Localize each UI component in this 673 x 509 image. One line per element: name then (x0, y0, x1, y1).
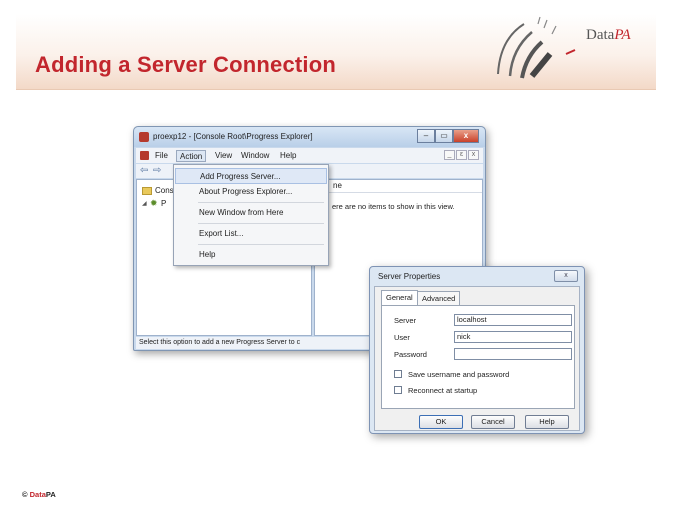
dialog-body: General Advanced Server localhost User n… (374, 286, 580, 431)
empty-list-message: ere are no items to show in this view. (332, 202, 455, 211)
server-label: Server (394, 316, 417, 325)
back-arrow-icon[interactable]: ⇦ (140, 165, 148, 176)
menu-window[interactable]: Window (238, 150, 272, 162)
footer-copyright: © DataPA (22, 490, 56, 499)
console-icon (140, 151, 149, 160)
folder-icon (142, 187, 152, 195)
reconnect-checkbox[interactable] (394, 386, 402, 394)
mdi-close-button[interactable]: x (468, 150, 479, 160)
menu-action[interactable]: Action (176, 150, 207, 162)
general-tab-panel: Server localhost User nick Password Save… (381, 305, 575, 409)
tree-item-progress-explorer[interactable]: P (161, 199, 166, 208)
reconnect-label: Reconnect at startup (408, 386, 478, 395)
user-label: User (394, 333, 410, 342)
menu-view[interactable]: View (212, 150, 235, 162)
menu-help[interactable]: Help (277, 150, 299, 162)
password-label: Password (394, 350, 427, 359)
tab-general[interactable]: General (381, 290, 418, 305)
menu-item-new-window[interactable]: New Window from Here (175, 205, 327, 221)
menu-item-export-list[interactable]: Export List... (175, 226, 327, 242)
app-icon (139, 132, 149, 142)
window-title: proexp12 - [Console Root\Progress Explor… (153, 132, 313, 141)
help-button[interactable]: Help (525, 415, 569, 429)
slide-title: Adding a Server Connection (35, 52, 337, 77)
maximize-button[interactable]: ▭ (435, 129, 453, 143)
menu-separator (198, 223, 324, 224)
speedometer-logo-icon (497, 16, 576, 79)
user-field[interactable]: nick (454, 331, 572, 343)
save-credentials-label: Save username and password (408, 370, 510, 379)
save-credentials-checkbox[interactable] (394, 370, 402, 378)
gear-icon: ✹ (150, 198, 158, 208)
window-titlebar[interactable]: proexp12 - [Console Root\Progress Explor… (134, 127, 485, 147)
menu-item-help[interactable]: Help (175, 247, 327, 263)
tab-advanced[interactable]: Advanced (417, 291, 461, 305)
expand-triangle-icon[interactable]: ◢ (142, 200, 147, 207)
mdi-restore-button[interactable]: ε (456, 150, 467, 160)
menu-item-about-progress-explorer[interactable]: About Progress Explorer... (175, 184, 327, 200)
dialog-close-button[interactable]: x (554, 270, 578, 282)
menu-file[interactable]: File (152, 150, 171, 162)
column-header-name[interactable]: ne (315, 180, 482, 193)
cancel-button[interactable]: Cancel (471, 415, 515, 429)
mdi-minimize-button[interactable]: _ (444, 150, 455, 160)
close-button[interactable]: x (453, 129, 479, 143)
slide: Adding a Server Connection DataPA proexp… (0, 0, 673, 509)
menu-separator (198, 244, 324, 245)
server-field[interactable]: localhost (454, 314, 572, 326)
action-menu-dropdown: Add Progress Server... About Progress Ex… (173, 164, 329, 266)
password-field[interactable] (454, 348, 572, 360)
menu-bar: File Action View Window Help _ ε x (136, 148, 483, 163)
menu-separator (198, 202, 324, 203)
forward-arrow-icon[interactable]: ⇨ (153, 165, 161, 176)
minimize-button[interactable]: – (417, 129, 435, 143)
datapa-logo-text: DataPA (586, 27, 631, 43)
server-properties-dialog: Server Properties x General Advanced Ser… (369, 266, 585, 434)
ok-button[interactable]: OK (419, 415, 463, 429)
tree-item-console-root[interactable]: Cons (155, 186, 174, 195)
dialog-title: Server Properties (378, 272, 441, 281)
menu-item-add-progress-server[interactable]: Add Progress Server... (175, 168, 327, 184)
